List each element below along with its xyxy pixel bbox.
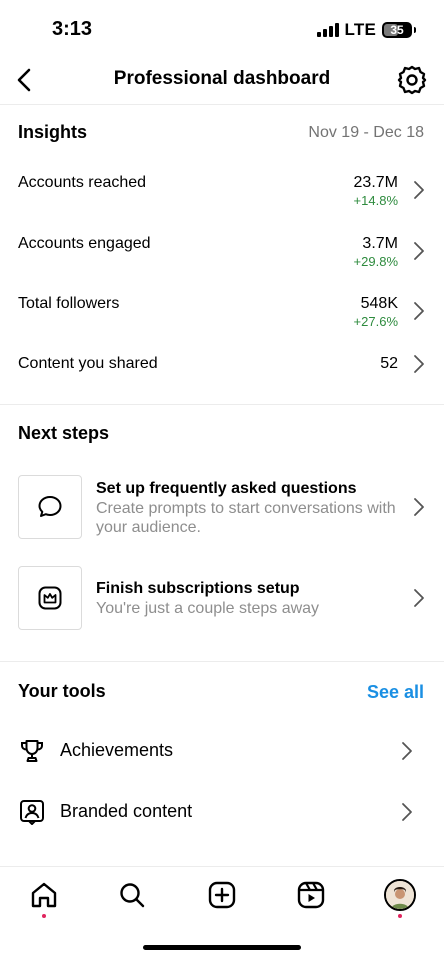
- profile-avatar[interactable]: [384, 879, 416, 911]
- insight-row-accounts-engaged[interactable]: Accounts engaged 3.7M +29.8%: [0, 231, 444, 285]
- settings-gear-icon[interactable]: [394, 62, 430, 98]
- chevron-right-icon: [402, 742, 412, 760]
- home-icon[interactable]: [28, 879, 60, 911]
- avatar-image: [386, 881, 414, 909]
- insight-label: Accounts reached: [18, 174, 147, 191]
- insight-label: Total followers: [18, 295, 120, 312]
- chevron-right-icon: [402, 803, 412, 821]
- step-icon-box: [18, 475, 82, 539]
- chevron-right-icon: [414, 355, 424, 373]
- create-icon[interactable]: [206, 879, 238, 911]
- subscriptions-crown-icon: [38, 586, 62, 610]
- battery-level: 35: [390, 23, 404, 37]
- section-divider: [0, 404, 444, 405]
- network-type: LTE: [344, 20, 376, 39]
- next-step-faq[interactable]: Set up frequently asked questions Create…: [0, 475, 444, 545]
- trophy-icon: [21, 740, 43, 762]
- date-range[interactable]: Nov 19 - Dec 18: [308, 124, 424, 142]
- branded-content-icon: [20, 800, 44, 825]
- nav-header: Professional dashboard: [0, 58, 444, 104]
- insight-change: +27.6%: [353, 314, 398, 329]
- insight-change: +14.8%: [353, 193, 398, 208]
- status-time: 3:13: [52, 18, 93, 40]
- reels-icon[interactable]: [295, 879, 327, 911]
- insight-row-accounts-reached[interactable]: Accounts reached 23.7M +14.8%: [0, 170, 444, 224]
- tool-label: Branded content: [60, 801, 193, 821]
- step-title: Finish subscriptions setup: [96, 580, 300, 597]
- cellular-signal-icon: [316, 23, 339, 37]
- insight-value: 23.7M: [353, 174, 398, 191]
- see-all-link[interactable]: See all: [367, 682, 424, 703]
- chevron-right-icon: [414, 589, 424, 607]
- tool-row-achievements[interactable]: Achievements: [0, 724, 444, 778]
- notification-dot: [42, 914, 46, 918]
- status-bar: 3:13 LTE 35: [0, 0, 444, 58]
- section-divider: [0, 661, 444, 662]
- insight-value: 3.7M: [362, 235, 398, 252]
- battery-icon: 35: [382, 22, 416, 38]
- search-icon[interactable]: [116, 879, 148, 911]
- status-indicators: LTE 35: [316, 20, 416, 40]
- insight-row-total-followers[interactable]: Total followers 548K +27.6%: [0, 291, 444, 345]
- insight-label: Accounts engaged: [18, 235, 151, 252]
- tool-row-branded-content[interactable]: Branded content: [0, 785, 444, 839]
- next-steps-title: Next steps: [18, 423, 110, 443]
- chevron-right-icon: [414, 242, 424, 260]
- insight-value: 52: [380, 355, 398, 372]
- chevron-right-icon: [414, 302, 424, 320]
- insight-row-content-shared[interactable]: Content you shared 52: [0, 352, 444, 388]
- insight-change: +29.8%: [353, 254, 398, 269]
- next-step-subscriptions[interactable]: Finish subscriptions setup You're just a…: [0, 566, 444, 636]
- tool-label: Achievements: [60, 740, 174, 760]
- insight-value: 548K: [360, 295, 398, 312]
- step-title: Set up frequently asked questions: [96, 480, 357, 497]
- step-icon-box: [18, 566, 82, 630]
- page-title: Professional dashboard: [113, 68, 331, 89]
- step-subtitle: Create prompts to start conversations wi…: [96, 500, 396, 536]
- chat-bubble-icon: [38, 496, 62, 517]
- insight-label: Content you shared: [18, 355, 158, 372]
- notification-dot: [398, 914, 402, 918]
- chevron-right-icon: [414, 181, 424, 199]
- step-subtitle: You're just a couple steps away: [96, 600, 320, 617]
- insights-title: Insights: [18, 122, 88, 142]
- header-divider: [0, 104, 444, 105]
- home-indicator: [143, 945, 301, 950]
- your-tools-title: Your tools: [18, 681, 106, 701]
- chevron-right-icon: [414, 498, 424, 516]
